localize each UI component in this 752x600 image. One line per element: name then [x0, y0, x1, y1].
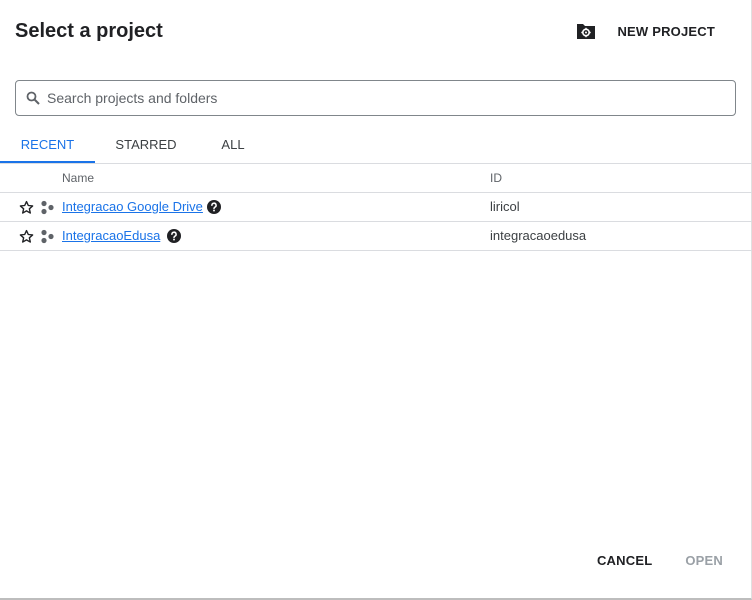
help-circle-icon[interactable] — [167, 229, 181, 243]
search-icon — [26, 91, 40, 105]
table-row[interactable]: Integracao Google Drive liricol — [0, 193, 752, 222]
cancel-button[interactable]: CANCEL — [597, 549, 652, 572]
dialog-header: Select a project NEW PROJECT — [15, 18, 731, 46]
new-project-label: NEW PROJECT — [617, 23, 715, 39]
projects-table: Name ID Integracao Google Drive liricol … — [0, 164, 752, 251]
folder-gear-icon — [575, 20, 597, 42]
project-hexagon-icon — [40, 229, 55, 244]
search-box[interactable] — [15, 80, 736, 116]
column-header-name[interactable]: Name — [62, 171, 94, 185]
project-name-link[interactable]: IntegracaoEdusa — [62, 228, 163, 243]
help-circle-icon[interactable] — [207, 200, 221, 214]
tab-bar: RECENT STARRED ALL — [0, 128, 752, 164]
tab-recent[interactable]: RECENT — [0, 128, 95, 163]
project-id: liricol — [490, 199, 520, 214]
project-hexagon-icon — [40, 200, 55, 215]
search-input[interactable] — [47, 90, 697, 106]
star-outline-icon[interactable] — [19, 200, 34, 215]
project-id: integracaoedusa — [490, 228, 587, 243]
tab-starred[interactable]: STARRED — [102, 128, 190, 162]
select-project-dialog: Select a project NEW PROJECT Search proj… — [0, 0, 752, 600]
dialog-footer: CANCEL OPEN — [597, 549, 723, 572]
dialog-title: Select a project — [15, 20, 163, 42]
star-outline-icon[interactable] — [19, 229, 34, 244]
table-header: Name ID — [0, 164, 752, 193]
column-header-id[interactable]: ID — [490, 171, 502, 185]
new-project-button[interactable]: NEW PROJECT — [575, 18, 731, 44]
open-button[interactable]: OPEN — [685, 549, 723, 572]
project-name-link[interactable]: Integracao Google Drive — [62, 199, 206, 214]
tab-all[interactable]: ALL — [200, 128, 266, 162]
table-row[interactable]: IntegracaoEdusa integracaoedusa — [0, 222, 752, 251]
